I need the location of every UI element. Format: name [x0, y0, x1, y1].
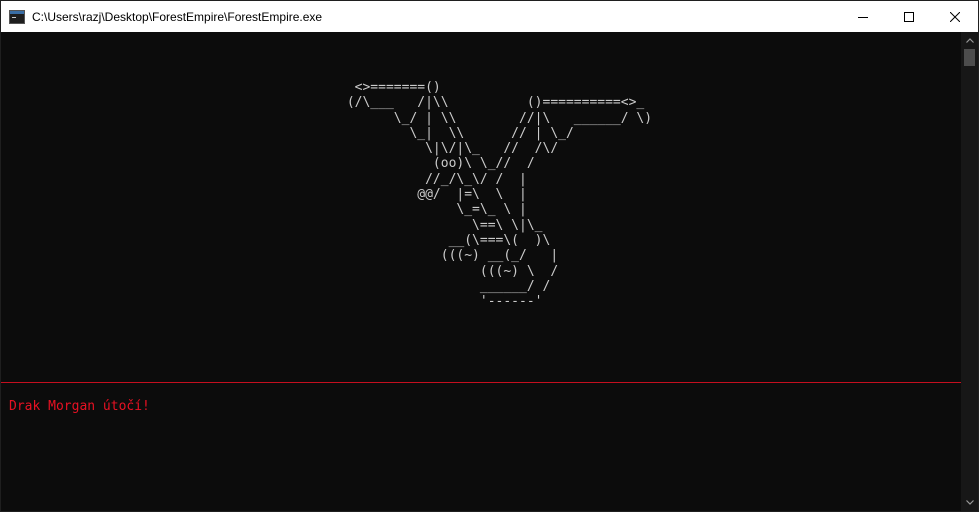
console-app-icon[interactable] — [9, 9, 25, 25]
dragon-ascii-art: <>=======() (/\___ /|\\ ()==========<>_ … — [346, 80, 653, 310]
maximize-button[interactable] — [886, 1, 932, 32]
maximize-icon — [904, 11, 914, 22]
chevron-down-icon — [965, 500, 974, 505]
console-output[interactable]: <>=======() (/\___ /|\\ ()==========<>_ … — [1, 32, 961, 511]
minimize-icon — [858, 16, 868, 18]
title-bar[interactable]: C:\Users\razj\Desktop\ForestEmpire\Fores… — [1, 1, 978, 32]
scroll-down-button[interactable] — [961, 494, 978, 511]
divider-line — [1, 382, 961, 383]
minimize-button[interactable] — [840, 1, 886, 32]
close-button[interactable] — [932, 1, 978, 32]
scroll-up-button[interactable] — [961, 32, 978, 49]
chevron-up-icon — [965, 38, 974, 43]
scroll-thumb[interactable] — [964, 49, 975, 66]
window-title: C:\Users\razj\Desktop\ForestEmpire\Fores… — [32, 9, 323, 24]
window-controls — [840, 1, 978, 32]
console-window: C:\Users\razj\Desktop\ForestEmpire\Fores… — [0, 0, 979, 512]
vertical-scrollbar[interactable] — [961, 32, 978, 511]
battle-message: Drak Morgan útočí! — [9, 399, 150, 414]
close-icon — [950, 11, 960, 22]
